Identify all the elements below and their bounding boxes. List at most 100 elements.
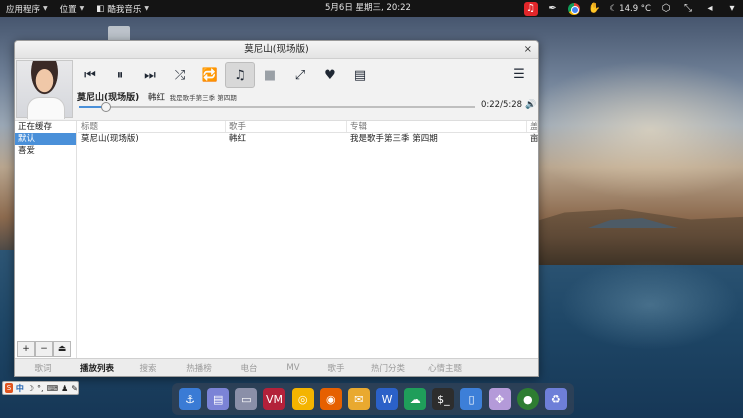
- sogou-icon: S: [5, 383, 13, 393]
- punctuation-icon[interactable]: °,: [37, 384, 44, 393]
- applications-menu[interactable]: 应用程序 ▼: [0, 0, 54, 17]
- column-extra[interactable]: 盖: [527, 121, 538, 132]
- row-extra: 亩: [530, 134, 538, 144]
- wallpaper-sea-glow: [560, 260, 740, 350]
- next-icon[interactable]: ⏭: [135, 62, 165, 88]
- column-artist[interactable]: 歌手: [226, 121, 347, 132]
- dock-puzzle-icon[interactable]: ✥: [488, 388, 511, 410]
- album-cover[interactable]: [16, 60, 73, 119]
- dock-document-icon[interactable]: ▯: [460, 388, 483, 410]
- active-app-menu[interactable]: ◧ 酷我音乐 ▼: [90, 0, 155, 17]
- table-header: 标题 歌手 专辑 盖: [78, 121, 538, 133]
- network-icon[interactable]: ⤡: [681, 2, 695, 16]
- tab-mv[interactable]: MV: [273, 363, 313, 373]
- menu-icon[interactable]: ☰: [504, 61, 534, 87]
- tab-charts[interactable]: 热播榜: [173, 362, 225, 374]
- dock-ball-icon[interactable]: ●: [516, 388, 539, 410]
- window-title: 莫尼山(现场版): [244, 44, 309, 55]
- language-indicator[interactable]: 中: [16, 383, 24, 394]
- keyboard-icon[interactable]: ⌨: [47, 384, 59, 393]
- time-display: 0:22/5:28: [481, 100, 523, 110]
- close-button[interactable]: ×: [524, 41, 532, 59]
- add-playlist-button[interactable]: +: [17, 341, 35, 357]
- tab-radio[interactable]: 电台: [225, 362, 273, 374]
- dock-recycle-icon[interactable]: ♻: [544, 388, 567, 410]
- active-app-label: 酷我音乐: [107, 4, 142, 15]
- fullscreen-icon[interactable]: ⤢: [285, 62, 315, 88]
- chrome-tray-icon[interactable]: [567, 2, 580, 15]
- dock: ⚓ ▤ ▭ VM ◎ ◉ ✉ W ☁ $_ ▯ ✥ ● ♻: [172, 383, 574, 415]
- main-content: 正在缓存 默认 喜爱 + − ⏏ 标题 歌手 专辑 盖 莫尼山(现场版) 韩红 …: [15, 121, 538, 359]
- heart-icon[interactable]: ♥: [315, 62, 345, 88]
- top-panel: 应用程序 ▼ 位置 ▼ ◧ 酷我音乐 ▼ 5月6日 星期三, 20:22 ♫ ✒…: [0, 0, 743, 17]
- prev-icon[interactable]: ⏮: [75, 62, 105, 88]
- dock-firefox-icon[interactable]: ◉: [319, 388, 342, 410]
- now-playing-info: 莫尼山(现场版) 韩红 我是歌手第三季 第四期: [77, 90, 237, 103]
- wallpaper-cliff: [530, 209, 743, 265]
- player-header: ⏮ ⏸ ⏭ ⤮ 🔁 ♫ ■ ⤢ ♥ ▤ ☰ 莫尼山(现场版) 韩红 我是歌手第三…: [15, 59, 538, 121]
- dock-anchor-icon[interactable]: ⚓: [179, 388, 202, 410]
- places-label: 位置: [59, 4, 77, 15]
- shuffle-icon[interactable]: ⤮: [165, 62, 195, 88]
- lyrics-icon[interactable]: ▤: [345, 62, 375, 88]
- inkscape-tray-icon[interactable]: ✒: [546, 2, 560, 16]
- sidebar-item-caching[interactable]: 正在缓存: [15, 121, 76, 133]
- weather-temp: 14.9 °C: [619, 3, 651, 14]
- dock-word-icon[interactable]: W: [376, 388, 399, 410]
- video-camera-icon[interactable]: ■: [255, 62, 285, 88]
- dock-terminal-icon[interactable]: $_: [432, 388, 455, 410]
- tab-moods[interactable]: 心情主题: [417, 362, 473, 374]
- sidebar-item-favorites[interactable]: 喜爱: [15, 145, 76, 157]
- cover-figure: [27, 97, 65, 119]
- moon-icon[interactable]: ☽: [27, 384, 34, 393]
- dock-notes-icon[interactable]: ▤: [207, 388, 230, 410]
- row-album: 我是歌手第三季 第四期: [350, 134, 438, 144]
- weather-indicator[interactable]: ☾ 14.9 °C: [610, 4, 651, 14]
- seek-handle[interactable]: [100, 102, 111, 112]
- dock-chrome-icon[interactable]: ◎: [291, 388, 314, 410]
- song-album: 我是歌手第三季 第四期: [169, 94, 237, 102]
- remove-playlist-button[interactable]: −: [35, 341, 53, 357]
- applications-label: 应用程序: [6, 4, 41, 15]
- column-title[interactable]: 标题: [78, 121, 226, 132]
- eject-button[interactable]: ⏏: [53, 341, 71, 357]
- power-chevron-icon[interactable]: ▾: [725, 2, 739, 16]
- system-tray: ♫ ✒ ✋ ☾ 14.9 °C ⬡ ⤡ ◂ ▾: [523, 0, 739, 17]
- tab-playlist[interactable]: 播放列表: [71, 362, 123, 374]
- column-album[interactable]: 专辑: [347, 121, 527, 132]
- sound-icon[interactable]: ◂: [703, 2, 717, 16]
- table-row[interactable]: 莫尼山(现场版) 韩红 我是歌手第三季 第四期 亩: [78, 133, 538, 145]
- user-icon[interactable]: ♟: [61, 384, 68, 393]
- dock-cloud-icon[interactable]: ☁: [404, 388, 427, 410]
- chevron-down-icon: ▼: [144, 5, 149, 12]
- dock-mail-icon[interactable]: ✉: [347, 388, 370, 410]
- pause-icon[interactable]: ⏸: [105, 62, 135, 88]
- dock-wps-icon[interactable]: VM: [263, 388, 286, 410]
- volume-icon[interactable]: 🔊: [525, 100, 536, 110]
- vpn-icon[interactable]: ⬡: [659, 2, 673, 16]
- playback-controls: ⏮ ⏸ ⏭ ⤮ 🔁 ♫ ■ ⤢ ♥ ▤ ☰: [75, 61, 538, 89]
- music-note-icon[interactable]: ♫: [225, 62, 255, 88]
- music-tray-icon[interactable]: ♫: [523, 1, 538, 16]
- seek-bar[interactable]: [79, 102, 475, 112]
- places-menu[interactable]: 位置 ▼: [54, 0, 91, 17]
- chevron-down-icon: ▼: [79, 5, 85, 12]
- tab-categories[interactable]: 热门分类: [359, 362, 417, 374]
- sidebar-item-default[interactable]: 默认: [15, 133, 76, 145]
- settings-icon[interactable]: ✎: [71, 384, 78, 393]
- tab-search[interactable]: 搜索: [123, 362, 173, 374]
- playlist-sidebar: 正在缓存 默认 喜爱 + − ⏏: [15, 121, 77, 359]
- row-title: 莫尼山(现场版): [81, 134, 139, 144]
- music-player-window: 莫尼山(现场版) × ⏮ ⏸ ⏭ ⤮ 🔁 ♫ ■ ⤢ ♥ ▤ ☰ 莫尼山(现场版…: [14, 40, 539, 377]
- clock[interactable]: 5月6日 星期三, 20:22: [325, 0, 411, 17]
- app-icon: ◧: [96, 3, 105, 14]
- sidebar-actions: + − ⏏: [17, 341, 71, 357]
- window-titlebar[interactable]: 莫尼山(现场版) ×: [15, 41, 538, 59]
- dock-files-icon[interactable]: ▭: [235, 388, 258, 410]
- tab-lyrics[interactable]: 歌词: [15, 362, 71, 374]
- bottom-tabs: 歌词 播放列表 搜索 热播榜 电台 MV 歌手 热门分类 心情主题: [15, 358, 538, 376]
- tab-artists[interactable]: 歌手: [313, 362, 359, 374]
- repeat-icon[interactable]: 🔁: [195, 62, 225, 88]
- input-method-bar[interactable]: S 中 ☽ °, ⌨ ♟ ✎: [2, 381, 79, 395]
- thumb-tray-icon[interactable]: ✋: [588, 2, 602, 16]
